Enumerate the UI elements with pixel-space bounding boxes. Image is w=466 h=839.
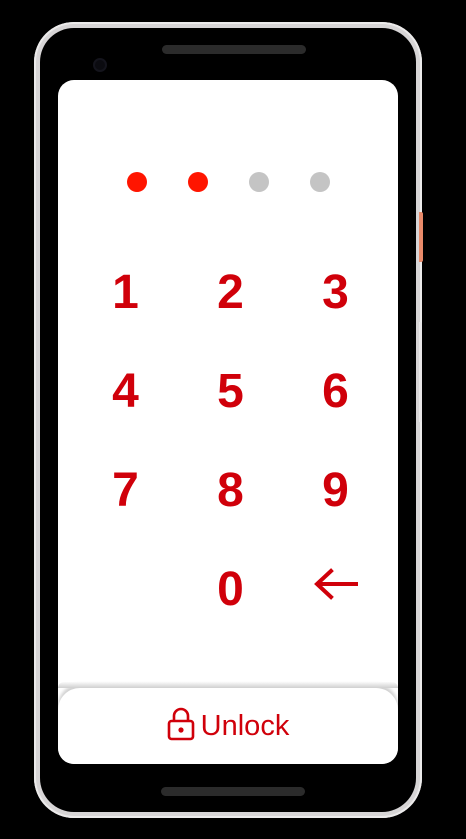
lock-icon — [167, 707, 195, 746]
pin-dot — [248, 172, 269, 192]
backspace-button[interactable] — [283, 528, 388, 639]
key-2[interactable]: 2 — [178, 243, 283, 342]
pin-dot — [126, 172, 147, 192]
key-8[interactable]: 8 — [178, 441, 283, 540]
key-0[interactable]: 0 — [178, 540, 283, 639]
key-3[interactable]: 3 — [283, 243, 388, 342]
pin-indicator — [58, 172, 398, 192]
pin-dot — [309, 172, 330, 192]
key-5[interactable]: 5 — [178, 342, 283, 441]
unlock-button[interactable]: Unlock — [58, 682, 398, 764]
earpiece-speaker — [162, 45, 306, 54]
key-4[interactable]: 4 — [73, 342, 178, 441]
backspace-arrow-icon — [313, 567, 358, 600]
front-camera — [93, 58, 107, 72]
pin-keypad: 123 456 7890 — [73, 243, 388, 639]
lock-screen: 123 456 7890 Unlock — [58, 80, 398, 764]
power-button[interactable] — [419, 212, 423, 262]
volume-button[interactable] — [419, 322, 422, 422]
key-6[interactable]: 6 — [283, 342, 388, 441]
key-9[interactable]: 9 — [283, 441, 388, 540]
key-7[interactable]: 7 — [73, 441, 178, 540]
bottom-speaker — [161, 787, 305, 796]
key-1[interactable]: 1 — [73, 243, 178, 342]
unlock-label: Unlock — [200, 709, 290, 742]
pin-dot — [187, 172, 208, 192]
keypad-empty-slot — [73, 540, 178, 639]
